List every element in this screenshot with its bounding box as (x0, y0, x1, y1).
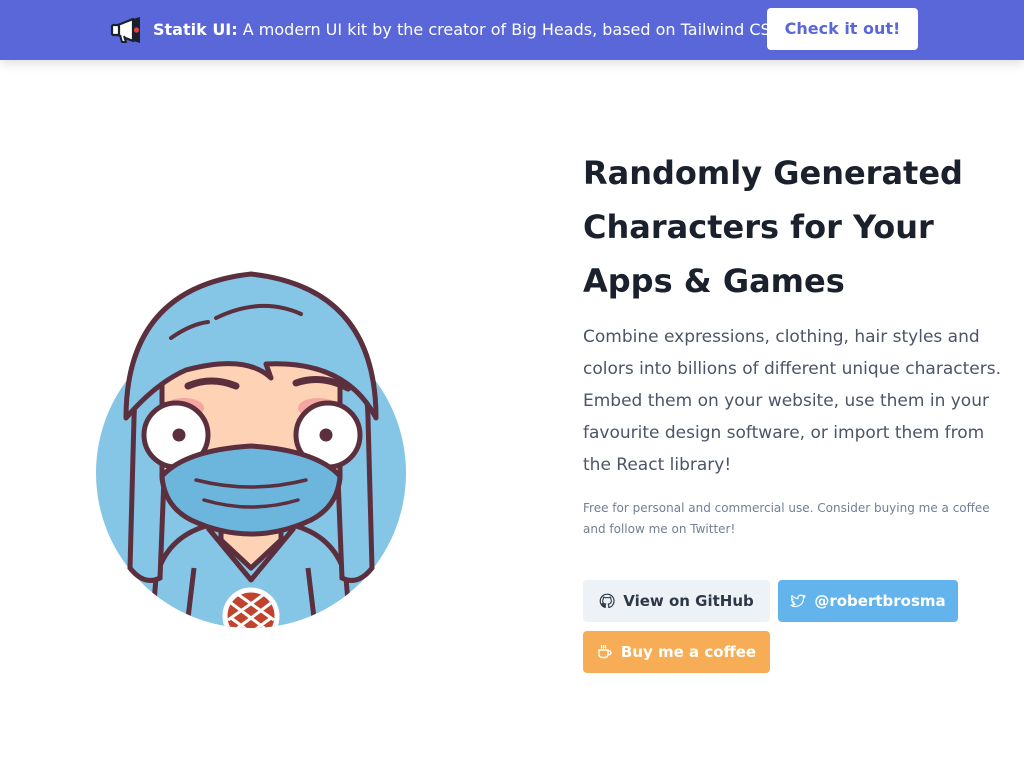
hero-description: Combine expressions, clothing, hair styl… (583, 327, 1001, 475)
banner-message: Statik UI: A modern UI kit by the creato… (153, 0, 781, 60)
big-head-avatar (96, 271, 406, 628)
banner-brand: Statik UI: (153, 20, 238, 39)
check-it-out-button[interactable]: Check it out! (767, 8, 918, 50)
twitter-button-label: @robertbrosma (814, 592, 946, 610)
view-on-github-button[interactable]: View on GitHub (583, 580, 770, 622)
coffee-cup-icon (598, 644, 612, 659)
megaphone-icon (110, 17, 140, 43)
github-button-label: View on GitHub (623, 592, 754, 610)
license-note: Free for personal and commercial use. Co… (583, 501, 990, 536)
twitter-profile-button[interactable]: @robertbrosma (778, 580, 958, 622)
coffee-button-label: Buy me a coffee (620, 643, 757, 661)
promo-banner: Statik UI: A modern UI kit by the creato… (0, 0, 1024, 60)
github-icon (599, 593, 615, 609)
buy-me-a-coffee-button[interactable]: Buy me a coffee (583, 631, 770, 673)
twitter-icon (790, 594, 806, 608)
page-title: Randomly Generated Characters for Your A… (583, 154, 963, 300)
banner-description: A modern UI kit by the creator of Big He… (242, 20, 781, 39)
